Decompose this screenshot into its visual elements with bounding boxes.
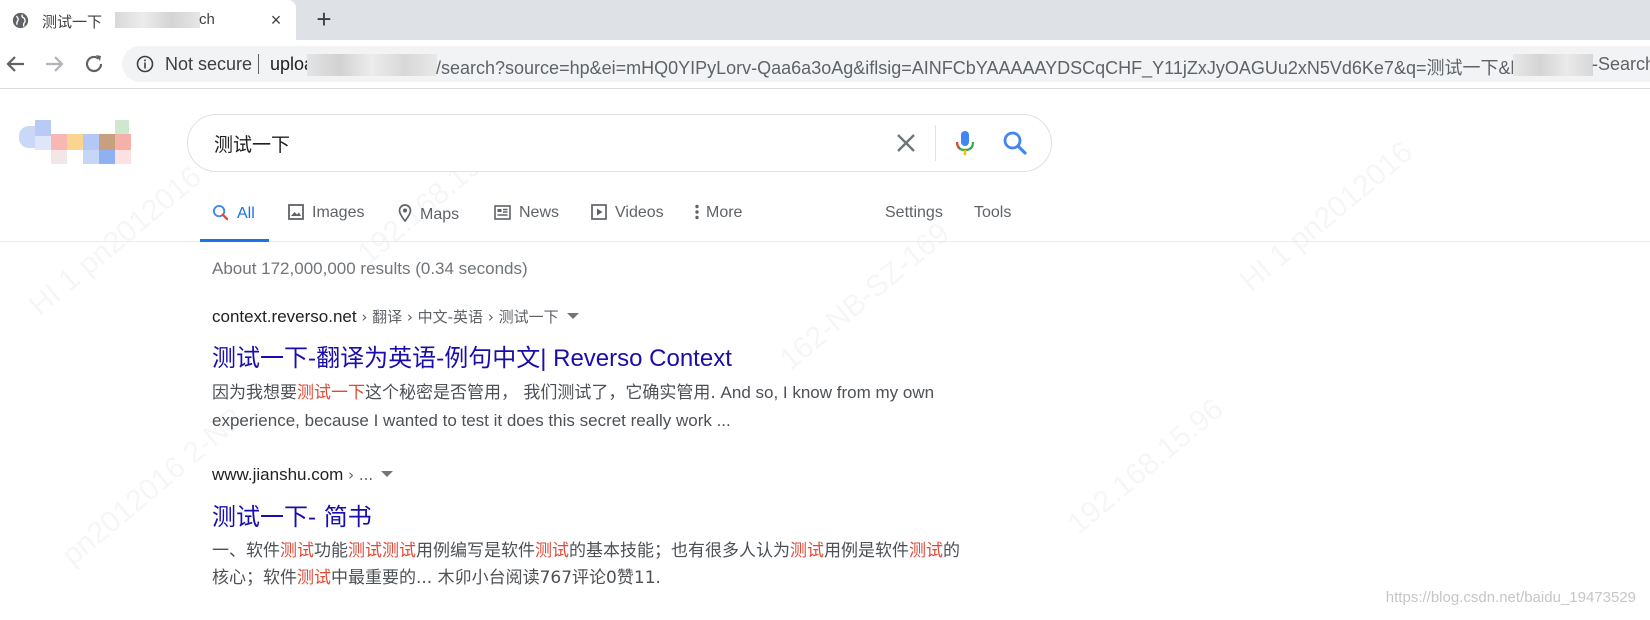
snippet-highlight: 测试 xyxy=(535,541,569,561)
background-watermark: 192.168.15.96 xyxy=(1062,392,1231,541)
dropdown-arrow-icon[interactable] xyxy=(566,313,579,319)
search-icon[interactable] xyxy=(1001,129,1029,157)
result-title-link[interactable]: 测试一下-翻译为英语-例句中文| Reverso Context xyxy=(212,338,972,373)
tab-title-end: ch xyxy=(199,11,215,28)
search-icon xyxy=(212,204,229,221)
snippet-text: 用例编写是软件 xyxy=(416,541,535,561)
info-icon[interactable] xyxy=(136,55,154,73)
address-bar[interactable]: Not secure uploa /search?source=hp&ei=mH… xyxy=(122,46,1650,82)
back-arrow-icon[interactable] xyxy=(2,50,30,78)
result-url[interactable]: www.jianshu.com › ... xyxy=(212,465,972,489)
snippet-text: 功能 xyxy=(314,541,348,561)
image-icon xyxy=(288,204,304,220)
tab-images-label: Images xyxy=(312,204,365,221)
snippet-highlight: 测试 xyxy=(909,541,943,561)
microphone-icon[interactable] xyxy=(951,128,979,158)
tab-more-label: More xyxy=(706,204,743,221)
tab-videos-label: Videos xyxy=(615,204,664,221)
search-input[interactable] xyxy=(214,129,814,157)
result-domain: www.jianshu.com xyxy=(212,465,344,484)
globe-icon xyxy=(12,12,29,29)
result-snippet: 因为我想要测试一下这个秘密是否管用， 我们测试了，它确实管用. And so, … xyxy=(212,379,972,435)
tab-more[interactable]: More xyxy=(695,204,742,242)
snippet-text: 这个秘密是否管用， 我们测试了，它确实管用. xyxy=(365,383,716,403)
snippet-highlight: 测试 xyxy=(280,541,314,561)
tab-title: 测试一下 xyxy=(42,14,103,31)
news-icon xyxy=(494,205,511,220)
searchbox-divider xyxy=(935,125,936,161)
video-icon xyxy=(591,204,607,220)
map-pin-icon xyxy=(398,204,412,222)
result-url[interactable]: context.reverso.net › 翻译 › 中文-英语 › 测试一下 xyxy=(212,306,972,330)
result-title-link[interactable]: 测试一下- 简书 xyxy=(212,497,972,532)
security-label[interactable]: Not secure xyxy=(165,54,252,75)
browser-tab-bar: 测试一下 ch × + xyxy=(0,0,1650,40)
new-tab-icon[interactable]: + xyxy=(310,6,338,34)
tab-maps-label: Maps xyxy=(420,206,460,223)
tab-all-label: All xyxy=(237,205,255,222)
result-title-cn: 测试一下-翻译为英语-例句中文 xyxy=(212,344,541,372)
tab-all[interactable]: All xyxy=(200,204,269,242)
url-path[interactable]: /search?source=hp&ei=mHQ0YIPyLorv-Qaa6a3… xyxy=(436,54,1548,80)
redacted-block xyxy=(1513,54,1593,76)
result-stats: About 172,000,000 results (0.34 seconds) xyxy=(212,259,528,278)
search-result: www.jianshu.com › ... 测试一下- 简书 一、软件测试功能测… xyxy=(212,465,972,592)
result-breadcrumb: › ... xyxy=(343,466,374,484)
clear-icon[interactable] xyxy=(893,130,919,156)
redacted-block xyxy=(115,12,200,28)
browser-tab[interactable]: 测试一下 ch × xyxy=(0,0,296,40)
snippet-highlight: 测试一下 xyxy=(297,383,365,403)
tab-close-icon[interactable]: × xyxy=(266,10,286,30)
tools-link[interactable]: Tools xyxy=(974,204,1011,242)
tab-news-label: News xyxy=(519,204,560,221)
snippet-text: 中最重要的... 木卯小台阅读767评论0赞11. xyxy=(331,568,661,588)
redacted-block xyxy=(307,54,437,76)
snippet-highlight: 测试测试 xyxy=(348,541,416,561)
settings-link[interactable]: Settings xyxy=(885,204,943,242)
search-result: context.reverso.net › 翻译 › 中文-英语 › 测试一下 … xyxy=(212,306,972,435)
browser-toolbar: Not secure uploa /search?source=hp&ei=mH… xyxy=(0,40,1650,89)
forward-arrow-icon[interactable] xyxy=(40,50,68,78)
snippet-text: 因为我想要 xyxy=(212,383,297,403)
tab-maps[interactable]: Maps xyxy=(398,204,459,242)
url-tail[interactable]: -Search xyxy=(1592,54,1650,75)
snippet-text: 用例是软件 xyxy=(824,541,909,561)
tab-news[interactable]: News xyxy=(494,204,559,242)
search-tabs: All Images Maps News Videos More Setting… xyxy=(0,190,1650,242)
snippet-highlight: 测试 xyxy=(790,541,824,561)
reload-icon[interactable] xyxy=(80,50,108,78)
source-watermark: https://blog.csdn.net/baidu_19473529 xyxy=(1385,589,1636,606)
snippet-highlight: 测试 xyxy=(297,568,331,588)
tab-videos[interactable]: Videos xyxy=(591,204,664,242)
result-breadcrumb: › 翻译 › 中文-英语 › 测试一下 xyxy=(356,308,559,326)
search-box xyxy=(187,114,1052,172)
logo[interactable] xyxy=(17,120,137,166)
more-vert-icon xyxy=(695,204,699,220)
result-title-en: | Reverso Context xyxy=(540,345,732,372)
snippet-text: 的基本技能；也有很多人认为 xyxy=(569,541,790,561)
dropdown-arrow-icon[interactable] xyxy=(381,471,394,477)
result-snippet: 一、软件测试功能测试测试用例编写是软件测试的基本技能；也有很多人认为测试用例是软… xyxy=(212,538,972,592)
tab-images[interactable]: Images xyxy=(288,204,364,242)
result-domain: context.reverso.net xyxy=(212,307,357,326)
omnibox-divider xyxy=(258,54,259,74)
snippet-text: 一、软件 xyxy=(212,541,280,561)
